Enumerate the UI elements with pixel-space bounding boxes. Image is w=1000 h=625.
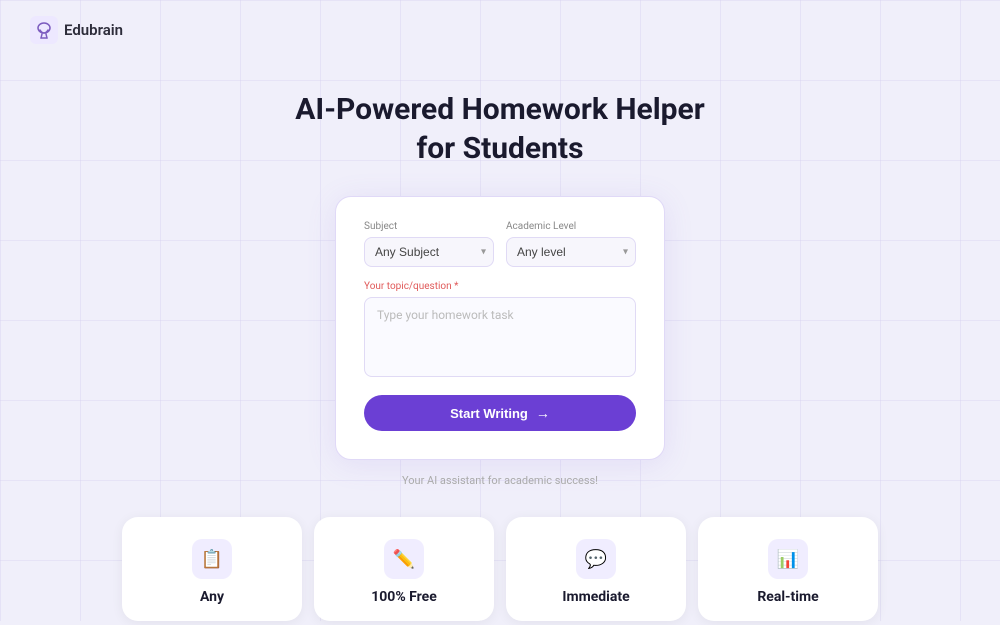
start-writing-button[interactable]: Start Writing → <box>364 395 636 431</box>
feature-card-free: ✏️ 100% Free <box>314 517 494 621</box>
start-writing-label: Start Writing <box>450 406 528 421</box>
level-select-wrapper: Any level Elementary Middle School High … <box>506 237 636 267</box>
features-row: 📋 Any ✏️ 100% Free 💬 Immediate 📊 Real-ti… <box>0 517 1000 621</box>
form-card: Subject Any Subject Math Science English… <box>335 196 665 460</box>
arrow-right-icon: → <box>536 405 550 421</box>
topic-label: Your topic/question * <box>364 281 636 292</box>
dropdowns-row: Subject Any Subject Math Science English… <box>364 221 636 267</box>
logo: Edubrain <box>30 16 123 44</box>
level-field-group: Academic Level Any level Elementary Midd… <box>506 221 636 267</box>
topic-textarea[interactable] <box>364 297 636 377</box>
logo-icon <box>30 16 58 44</box>
subject-field-group: Subject Any Subject Math Science English… <box>364 221 494 267</box>
feature-label-immediate: Immediate <box>562 589 629 605</box>
subtitle-text: Your AI assistant for academic success! <box>402 474 598 487</box>
level-select[interactable]: Any level Elementary Middle School High … <box>506 237 636 267</box>
realtime-icon: 📊 <box>768 539 808 579</box>
feature-label-realtime: Real-time <box>757 589 818 605</box>
any-icon: 📋 <box>192 539 232 579</box>
free-icon: ✏️ <box>384 539 424 579</box>
feature-card-realtime: 📊 Real-time <box>698 517 878 621</box>
feature-label-any: Any <box>200 589 224 605</box>
feature-card-any: 📋 Any <box>122 517 302 621</box>
feature-card-immediate: 💬 Immediate <box>506 517 686 621</box>
navbar: Edubrain <box>0 0 1000 60</box>
immediate-icon: 💬 <box>576 539 616 579</box>
subject-select[interactable]: Any Subject Math Science English History… <box>364 237 494 267</box>
main-content: AI-Powered Homework Helper for Students … <box>0 60 1000 621</box>
feature-label-free: 100% Free <box>371 589 437 605</box>
hero-title: AI-Powered Homework Helper for Students <box>275 90 725 168</box>
subject-select-wrapper: Any Subject Math Science English History… <box>364 237 494 267</box>
topic-field-group: Your topic/question * <box>364 281 636 377</box>
level-label: Academic Level <box>506 221 636 232</box>
required-indicator: * <box>452 281 459 292</box>
brand-name: Edubrain <box>64 21 123 39</box>
subject-label: Subject <box>364 221 494 232</box>
